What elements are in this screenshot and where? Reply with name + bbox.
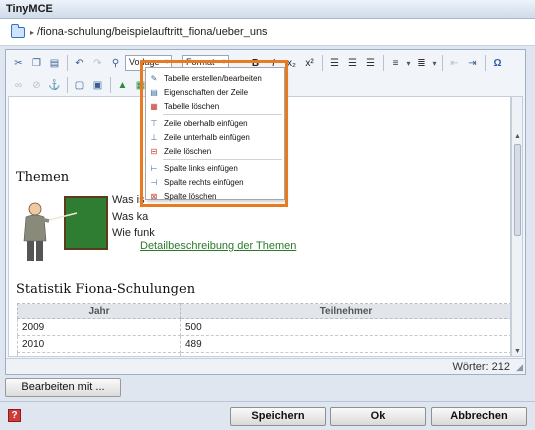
table-cell[interactable]: 470 bbox=[180, 352, 510, 356]
toolbar-divider bbox=[383, 55, 384, 71]
path-text: /fiona-schulung/beispielauftritt_fiona/u… bbox=[37, 26, 268, 38]
scroll-down-icon[interactable]: ▼ bbox=[514, 348, 521, 355]
toolbar-divider bbox=[67, 77, 68, 93]
table-cell[interactable]: 489 bbox=[180, 335, 510, 353]
outdent-icon[interactable]: ⇤ bbox=[446, 55, 463, 72]
bullet-line: Was ka bbox=[112, 211, 149, 223]
table-row[interactable]: 2011 470 bbox=[17, 352, 510, 356]
align-right-icon[interactable]: ☰ bbox=[362, 55, 379, 72]
window-title: TinyMCE bbox=[6, 3, 53, 15]
link-icon[interactable]: ∞ bbox=[10, 77, 27, 94]
image-icon[interactable]: ▲ bbox=[114, 77, 131, 94]
column-header-teilnehmer[interactable]: Teilnehmer bbox=[180, 303, 510, 319]
undo-icon[interactable]: ↶ bbox=[71, 55, 88, 72]
scroll-up-icon[interactable]: ▲ bbox=[514, 133, 521, 140]
ok-button[interactable]: Ok bbox=[330, 407, 426, 426]
footer-bar: ? Speichern Ok Abbrechen bbox=[0, 401, 535, 430]
align-center-icon[interactable]: ☰ bbox=[344, 55, 361, 72]
stat-table: Jahr Teilnehmer 2009 500 2010 489 2011 4… bbox=[17, 303, 510, 356]
column-header-jahr[interactable]: Jahr bbox=[17, 303, 181, 319]
chevron-down-icon[interactable]: ▾ bbox=[431, 55, 438, 72]
table-row[interactable]: 2009 500 bbox=[17, 318, 510, 336]
detail-link[interactable]: Detailbeschreibung der Themen bbox=[140, 240, 296, 252]
copy-icon[interactable]: ❐ bbox=[28, 55, 45, 72]
table-cell[interactable]: 2011 bbox=[17, 352, 181, 356]
frame-icon[interactable]: ▢ bbox=[71, 77, 88, 94]
chevron-right-icon: ▸ bbox=[30, 27, 35, 37]
toolbar-divider bbox=[485, 55, 486, 71]
numbered-list-icon[interactable]: ≣ bbox=[413, 55, 430, 72]
resize-grip-icon[interactable]: ◢ bbox=[516, 362, 523, 373]
heading-statistik: Statistik Fiona-Schulungen bbox=[16, 282, 196, 297]
toolbar-divider bbox=[67, 55, 68, 71]
table-header-row: Jahr Teilnehmer bbox=[17, 303, 510, 319]
toolbar-divider bbox=[322, 55, 323, 71]
folder-icon[interactable] bbox=[10, 23, 25, 38]
heading-themen: Themen bbox=[16, 170, 70, 185]
vertical-scrollbar[interactable]: ▲ ▼ bbox=[511, 96, 523, 357]
bearbeiten-mit-button[interactable]: Bearbeiten mit ... bbox=[5, 378, 121, 397]
toolbar-divider bbox=[110, 77, 111, 93]
save-button[interactable]: Speichern bbox=[230, 407, 326, 426]
highlight-frame bbox=[140, 60, 288, 207]
toolbar-divider bbox=[442, 55, 443, 71]
teacher-illustration bbox=[23, 196, 108, 261]
redo-icon[interactable]: ↷ bbox=[89, 55, 106, 72]
path-bar: ▸ /fiona-schulung/beispielauftritt_fiona… bbox=[0, 19, 535, 46]
table-cell[interactable]: 2010 bbox=[17, 335, 181, 353]
indent-icon[interactable]: ⇥ bbox=[464, 55, 481, 72]
bullet-line: Wie funk bbox=[112, 227, 155, 239]
superscript-icon[interactable]: x² bbox=[301, 55, 318, 72]
table-cell[interactable]: 2009 bbox=[17, 318, 181, 336]
table-cell[interactable]: 500 bbox=[180, 318, 510, 336]
unlink-icon[interactable]: ⊘ bbox=[28, 77, 45, 94]
word-count: Wörter: 212 bbox=[452, 361, 510, 373]
omega-icon[interactable]: Ω bbox=[489, 55, 506, 72]
cut-icon[interactable]: ✂ bbox=[10, 55, 27, 72]
anchor-icon[interactable]: ⚓ bbox=[46, 77, 63, 94]
bullet-list-icon[interactable]: ≡ bbox=[387, 55, 404, 72]
cancel-button[interactable]: Abbrechen bbox=[431, 407, 527, 426]
align-left-icon[interactable]: ☰ bbox=[326, 55, 343, 72]
chevron-down-icon[interactable]: ▾ bbox=[405, 55, 412, 72]
help-icon[interactable]: ? bbox=[8, 409, 21, 422]
paste-icon[interactable]: ▤ bbox=[46, 55, 63, 72]
find-icon[interactable]: ⚲ bbox=[107, 55, 124, 72]
table-row[interactable]: 2010 489 bbox=[17, 335, 510, 353]
box-icon[interactable]: ▣ bbox=[89, 77, 106, 94]
status-row: Wörter: 212 ◢ bbox=[6, 358, 525, 374]
scroll-thumb[interactable] bbox=[514, 144, 521, 236]
window-titlebar: TinyMCE bbox=[0, 0, 535, 19]
